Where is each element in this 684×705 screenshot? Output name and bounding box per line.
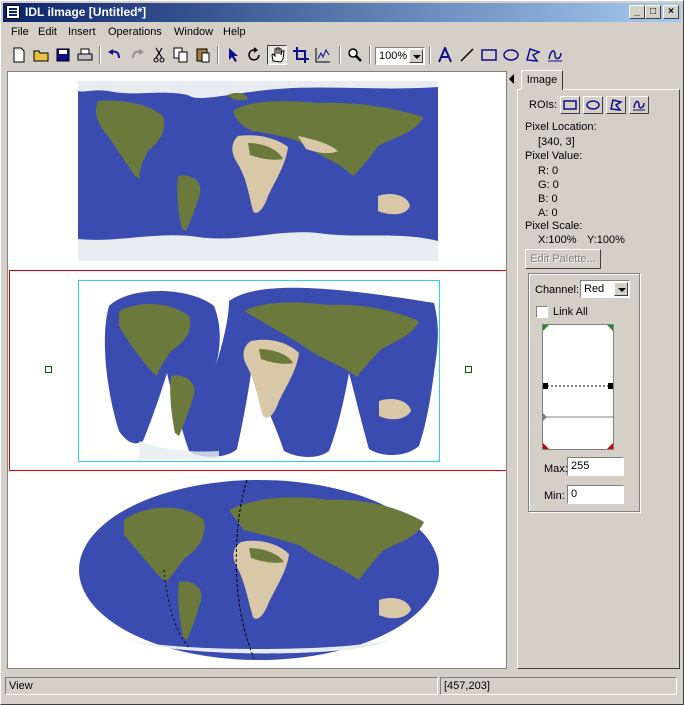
open-folder-icon[interactable] <box>31 45 51 65</box>
redo-icon[interactable] <box>127 45 147 65</box>
print-icon[interactable] <box>75 45 95 65</box>
polygon-tool-icon[interactable] <box>523 45 543 65</box>
menu-insert[interactable]: Insert <box>68 26 96 38</box>
toolbar-separator <box>339 46 341 64</box>
min-field[interactable]: 0 <box>567 485 624 504</box>
rectangle-tool-icon[interactable] <box>479 45 499 65</box>
toolbar: 100% <box>3 43 681 69</box>
window-title: IDL iImage [Untitled*] <box>25 5 147 19</box>
link-all-checkbox[interactable] <box>536 306 548 318</box>
menu-edit[interactable]: Edit <box>38 26 57 38</box>
toolbar-separator <box>217 46 219 64</box>
roi-polygon-icon[interactable] <box>606 96 626 114</box>
toolbar-separator <box>99 46 101 64</box>
max-field[interactable]: 255 <box>567 457 624 476</box>
interrupted-goode-map[interactable] <box>79 281 439 461</box>
new-file-icon[interactable] <box>9 45 29 65</box>
pixel-location-value: [340, 3] <box>538 136 575 148</box>
image-canvas[interactable] <box>7 71 507 669</box>
left-resize-handle[interactable] <box>45 366 52 373</box>
right-resize-handle[interactable] <box>465 366 472 373</box>
status-bar-coordinates: [457,203] <box>440 677 677 695</box>
link-all-label: Link All <box>553 306 588 318</box>
ellipse-tool-icon[interactable] <box>501 45 521 65</box>
pixel-location-label: Pixel Location: <box>525 121 597 133</box>
line-tool-icon[interactable] <box>457 45 477 65</box>
rois-label: ROIs: <box>529 99 558 111</box>
save-icon[interactable] <box>53 45 73 65</box>
undo-icon[interactable] <box>105 45 125 65</box>
status-bar-message: View <box>5 677 438 695</box>
min-label: Min: <box>544 490 565 502</box>
minimize-button[interactable]: _ <box>629 5 645 19</box>
rotate-icon[interactable] <box>245 45 265 65</box>
app-icon <box>6 5 20 19</box>
cut-icon[interactable] <box>149 45 169 65</box>
text-tool-icon[interactable] <box>435 45 455 65</box>
crop-icon[interactable] <box>291 45 311 65</box>
zoom-magnifier-icon[interactable] <box>345 45 365 65</box>
palette-curve-editor[interactable] <box>542 324 614 450</box>
channel-value: Red <box>584 283 605 295</box>
pixel-scale-y: Y:100% <box>587 234 625 246</box>
roi-freehand-icon[interactable] <box>629 96 649 114</box>
zoom-value: 100% <box>379 50 408 62</box>
copy-icon[interactable] <box>171 45 191 65</box>
pixel-value-a: A: 0 <box>538 207 558 219</box>
toolbar-separator <box>369 46 371 64</box>
chevron-down-icon[interactable] <box>614 282 628 296</box>
select-arrow-icon[interactable] <box>223 45 243 65</box>
pixel-scale-x: X:100% <box>538 234 577 246</box>
roi-rectangle-icon[interactable] <box>560 96 580 114</box>
menu-file[interactable]: File <box>11 26 29 38</box>
equirectangular-map[interactable] <box>78 81 438 261</box>
mollweide-map[interactable] <box>79 480 439 660</box>
title-bar: IDL iImage [Untitled*] _ □ × <box>3 3 681 22</box>
channel-select[interactable]: Red <box>580 280 630 298</box>
tab-image[interactable]: Image <box>521 70 563 90</box>
menu-window[interactable]: Window <box>174 26 213 38</box>
line-profile-icon[interactable] <box>313 45 333 65</box>
pixel-value-r: R: 0 <box>538 165 559 177</box>
channel-label: Channel: <box>535 284 580 296</box>
roi-ellipse-icon[interactable] <box>583 96 603 114</box>
pixel-value-b: B: 0 <box>538 193 558 205</box>
collapse-panel-icon[interactable] <box>509 74 514 84</box>
pixel-scale-label: Pixel Scale: <box>525 220 583 232</box>
menu-operations[interactable]: Operations <box>108 26 162 38</box>
freehand-tool-icon[interactable] <box>545 45 565 65</box>
palette-curve <box>543 325 613 449</box>
maximize-button[interactable]: □ <box>645 5 661 19</box>
pan-hand-icon[interactable] <box>267 45 287 65</box>
chevron-down-icon[interactable] <box>409 49 423 63</box>
close-button[interactable]: × <box>663 5 679 19</box>
pixel-value-g: G: 0 <box>538 179 559 191</box>
zoom-select[interactable]: 100% <box>375 47 425 65</box>
toolbar-separator <box>429 46 431 64</box>
app-window: IDL iImage [Untitled*] _ □ × File Edit I… <box>0 0 684 705</box>
edit-palette-button[interactable]: Edit Palette... <box>525 249 601 269</box>
pixel-value-label: Pixel Value: <box>525 150 583 162</box>
menu-bar: File Edit Insert Operations Window Help <box>3 23 681 42</box>
max-label: Max: <box>544 463 568 475</box>
paste-icon[interactable] <box>193 45 213 65</box>
menu-help[interactable]: Help <box>223 26 246 38</box>
